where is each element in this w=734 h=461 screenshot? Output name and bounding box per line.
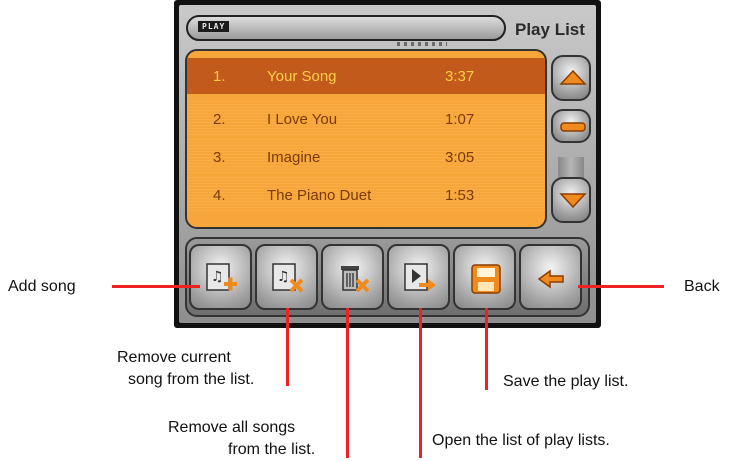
drag-handle[interactable]: [397, 42, 447, 46]
title-tag: PLAY: [198, 21, 230, 32]
remove-current-callout-line: [286, 308, 289, 386]
open-lists-callout-line: [419, 308, 422, 458]
song-number: 3.: [213, 149, 226, 166]
song-number: 4.: [213, 187, 226, 204]
down-arrow-icon: [559, 193, 587, 209]
remove-all-label-line1: Remove all songs: [168, 419, 296, 436]
open-lists-label: Open the list of play lists.: [432, 432, 610, 449]
remove-all-button[interactable]: [321, 244, 384, 310]
back-label: Back: [684, 278, 720, 295]
remove-song-icon: ♫: [272, 263, 304, 293]
song-duration: 1:53: [445, 187, 475, 204]
remove-all-label-line2: from the list.: [228, 441, 316, 458]
song-duration: 3:37: [445, 68, 475, 85]
svg-text:♫: ♫: [211, 269, 224, 285]
save-callout-line: [485, 308, 488, 390]
toolbar: ♫ ♫: [185, 237, 590, 317]
song-list[interactable]: 1. Your Song 3:37 2. I Love You 1:07 3. …: [185, 49, 547, 229]
song-number: 1.: [213, 68, 226, 85]
song-number: 2.: [213, 111, 226, 128]
scroll-down-button[interactable]: [551, 177, 591, 223]
remove-all-icon: [341, 266, 370, 293]
scroll-thumb-icon: [560, 122, 586, 132]
remove-current-label-line1: Remove current: [117, 349, 231, 366]
save-label: Save the play list.: [503, 373, 629, 390]
add-song-button[interactable]: ♫: [189, 244, 252, 310]
scroll-thumb[interactable]: [551, 109, 591, 143]
open-playlists-button[interactable]: [387, 244, 450, 310]
back-button[interactable]: [519, 244, 582, 310]
song-title: I Love You: [267, 111, 338, 128]
remove-all-callout-line: [346, 308, 349, 458]
scroll-up-button[interactable]: [551, 55, 591, 101]
svg-text:♫: ♫: [277, 269, 290, 285]
playlist-device: PLAY Play List 1. Your Song 3:37 2. I Lo…: [174, 0, 601, 328]
song-title: Imagine: [267, 149, 321, 166]
add-song-label: Add song: [8, 278, 76, 295]
list-item[interactable]: 4. The Piano Duet 1:53: [187, 177, 545, 213]
song-title: The Piano Duet: [267, 187, 372, 204]
page-title: Play List: [515, 20, 585, 39]
list-item[interactable]: 3. Imagine 3:05: [187, 139, 545, 175]
list-item[interactable]: 1. Your Song 3:37: [187, 58, 545, 94]
open-playlists-icon: [404, 263, 436, 291]
add-song-icon: ♫: [206, 263, 237, 291]
remove-current-label-line2: song from the list.: [128, 371, 255, 388]
add-song-callout-line: [112, 285, 200, 288]
back-arrow-icon: [537, 269, 564, 289]
song-title: Your Song: [267, 68, 337, 85]
playlist-panel: PLAY Play List 1. Your Song 3:37 2. I Lo…: [179, 5, 596, 323]
save-playlist-icon: [471, 264, 501, 294]
song-duration: 3:05: [445, 149, 475, 166]
list-item[interactable]: 2. I Love You 1:07: [187, 101, 545, 137]
back-callout-line: [578, 285, 664, 288]
song-duration: 1:07: [445, 111, 475, 128]
up-arrow-icon: [559, 69, 587, 85]
remove-song-button[interactable]: ♫: [255, 244, 318, 310]
save-playlist-button[interactable]: [453, 244, 516, 310]
title-bar: PLAY: [186, 15, 506, 41]
